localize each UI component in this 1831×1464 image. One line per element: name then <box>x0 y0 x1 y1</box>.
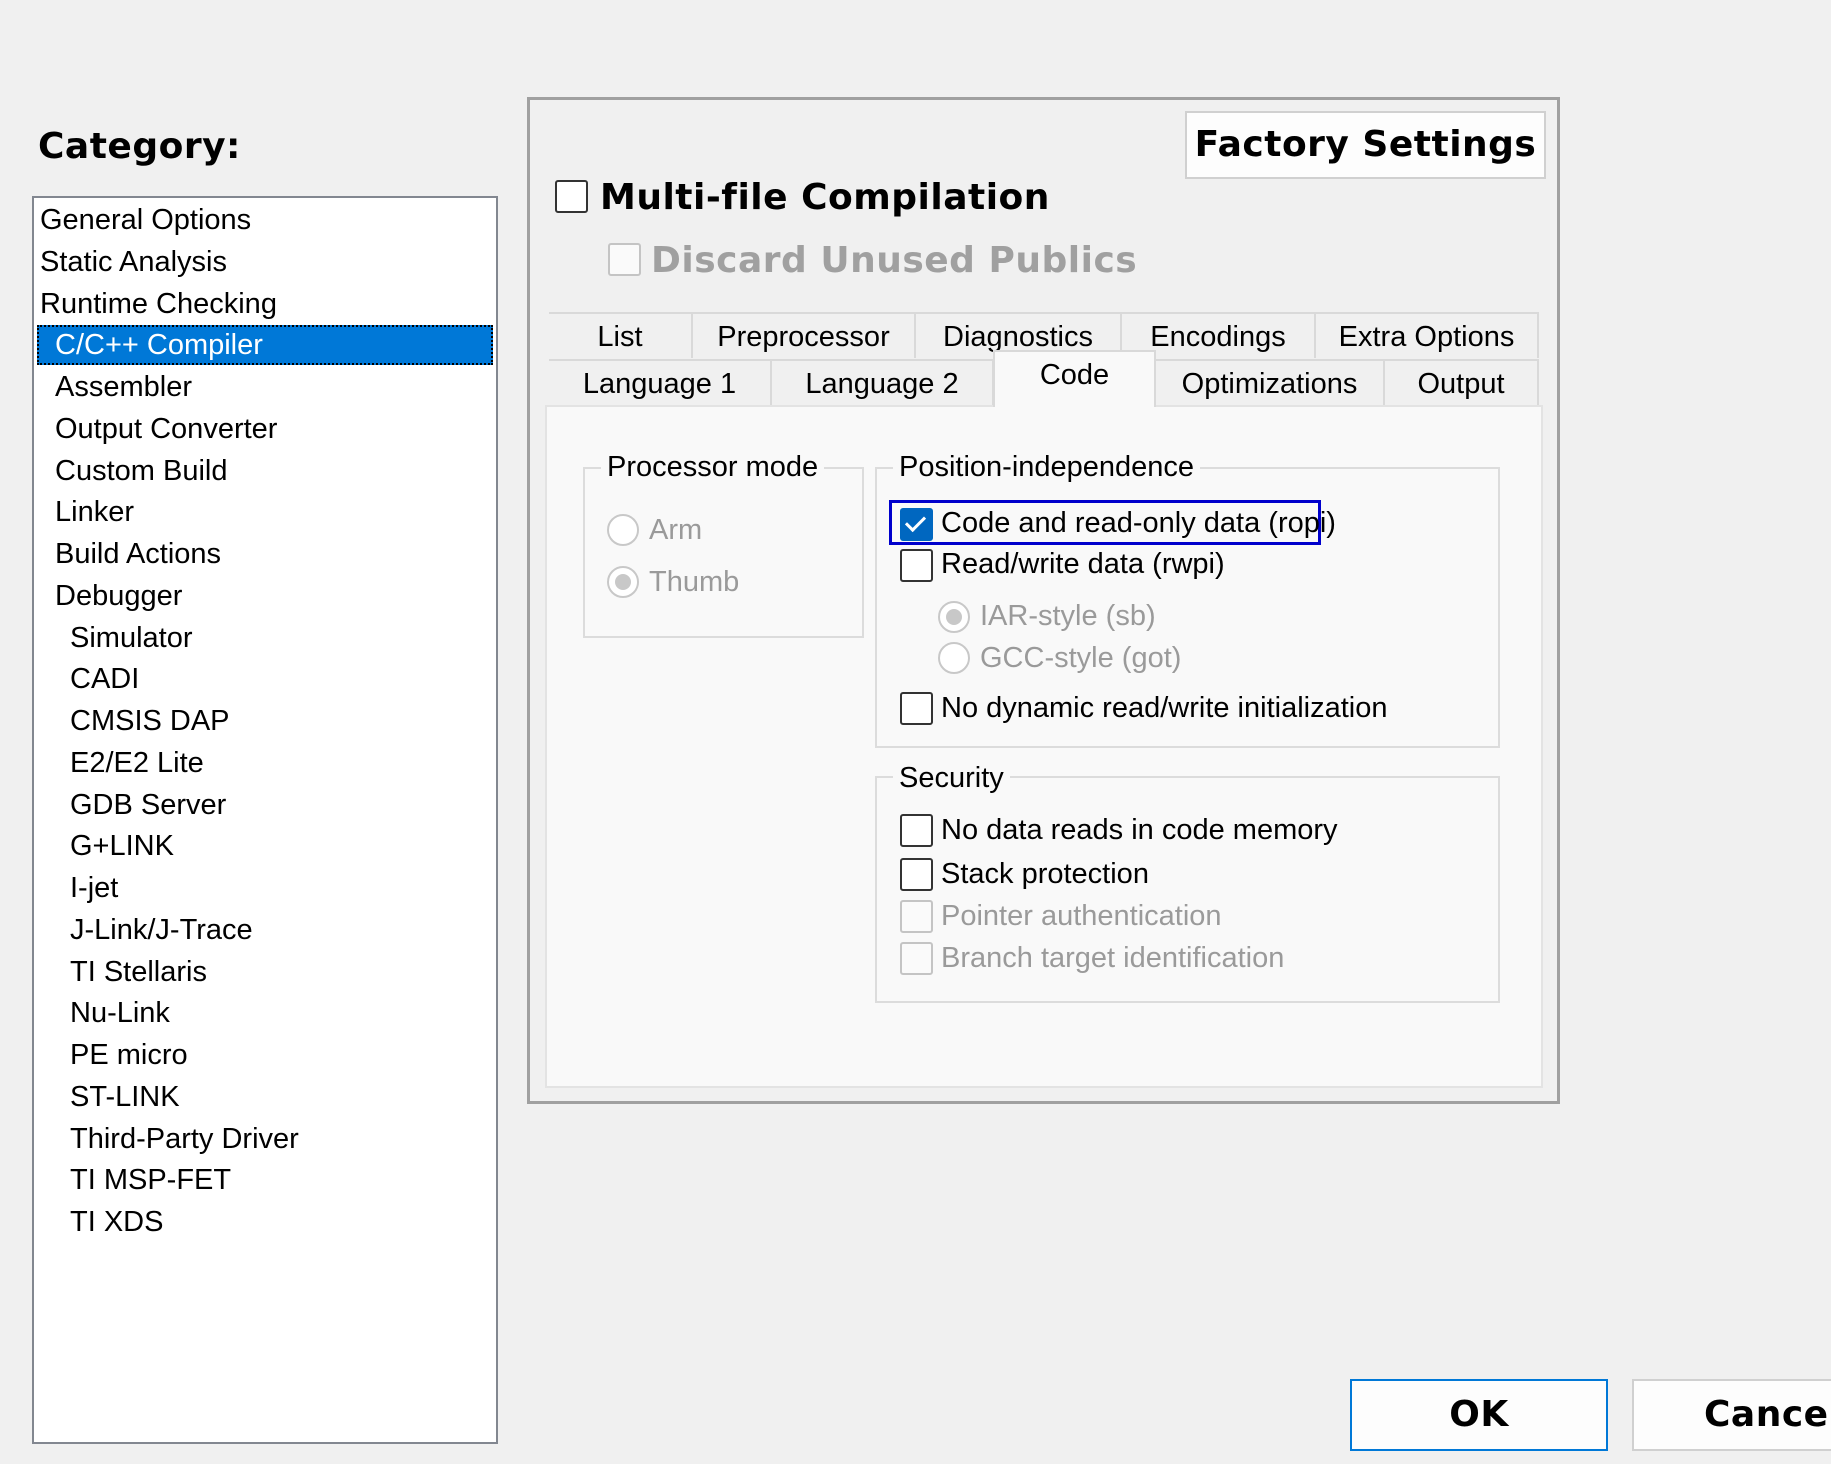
discard-unused-publics-checkbox <box>608 243 641 276</box>
no-dynamic-init-label: No dynamic read/write initialization <box>941 692 1388 724</box>
category-item[interactable]: TI XDS <box>70 1202 163 1242</box>
gcc-style-radio <box>938 642 970 674</box>
tab-language-1[interactable]: Language 1 <box>549 359 772 405</box>
category-item[interactable]: Runtime Checking <box>40 284 277 324</box>
gcc-style-label: GCC-style (got) <box>980 642 1182 674</box>
category-item[interactable]: CADI <box>70 659 139 699</box>
category-item[interactable]: GDB Server <box>70 785 226 825</box>
tab-output[interactable]: Output <box>1385 359 1539 405</box>
stack-protection-checkbox[interactable] <box>900 858 933 891</box>
factory-settings-button[interactable]: Factory Settings <box>1185 111 1546 179</box>
category-item[interactable]: Linker <box>55 492 134 532</box>
category-item[interactable]: Static Analysis <box>40 242 227 282</box>
multi-file-compilation-label: Multi-file Compilation <box>600 177 1050 218</box>
ropi-checkbox[interactable] <box>900 508 933 541</box>
no-data-reads-label: No data reads in code memory <box>941 814 1338 846</box>
pointer-auth-checkbox <box>900 900 933 933</box>
category-item[interactable]: Simulator <box>70 618 193 658</box>
stack-protection-label: Stack protection <box>941 858 1149 890</box>
multi-file-compilation-checkbox[interactable] <box>555 180 588 213</box>
no-data-reads-checkbox[interactable] <box>900 814 933 847</box>
iar-style-radio <box>938 601 970 633</box>
tab-preprocessor[interactable]: Preprocessor <box>693 312 916 358</box>
category-item[interactable]: I-jet <box>70 868 118 908</box>
category-item[interactable]: TI Stellaris <box>70 952 207 992</box>
ok-button[interactable]: OK <box>1350 1379 1608 1451</box>
thumb-label: Thumb <box>649 566 740 598</box>
ropi-label: Code and read-only data (ropi) <box>941 507 1336 539</box>
no-dynamic-init-checkbox[interactable] <box>900 692 933 725</box>
category-item[interactable]: Output Converter <box>55 409 277 449</box>
category-item[interactable]: C/C++ Compiler <box>37 325 493 366</box>
category-item[interactable]: ST-LINK <box>70 1077 180 1117</box>
category-item[interactable]: TI MSP-FET <box>70 1160 231 1200</box>
category-heading: Category: <box>38 126 241 167</box>
security-title: Security <box>893 762 1010 795</box>
branch-target-checkbox <box>900 942 933 975</box>
cancel-button[interactable]: Cancel <box>1632 1379 1831 1451</box>
arm-radio <box>607 514 639 546</box>
processor-mode-group <box>583 467 864 638</box>
category-item[interactable]: General Options <box>40 200 251 240</box>
branch-target-label: Branch target identification <box>941 942 1285 974</box>
tab-optimizations[interactable]: Optimizations <box>1156 359 1385 405</box>
tab-list[interactable]: List <box>549 312 693 358</box>
category-item[interactable]: E2/E2 Lite <box>70 743 204 783</box>
pointer-auth-label: Pointer authentication <box>941 900 1222 932</box>
tab-code[interactable]: Code <box>993 350 1156 407</box>
category-item[interactable]: Assembler <box>55 367 192 407</box>
arm-label: Arm <box>649 514 703 546</box>
iar-style-label: IAR-style (sb) <box>980 600 1156 632</box>
tab-extra-options[interactable]: Extra Options <box>1316 312 1539 358</box>
category-item[interactable]: J-Link/J-Trace <box>70 910 253 950</box>
category-item[interactable]: PE micro <box>70 1035 188 1075</box>
category-item[interactable]: Third-Party Driver <box>70 1119 299 1159</box>
category-list[interactable]: General Options Static Analysis Runtime Ch… <box>32 196 498 1444</box>
category-item[interactable]: CMSIS DAP <box>70 701 230 741</box>
position-independence-title: Position-independence <box>893 451 1201 484</box>
category-item[interactable]: Build Actions <box>55 534 221 574</box>
discard-unused-publics-label: Discard Unused Publics <box>651 240 1138 281</box>
processor-mode-title: Processor mode <box>601 451 825 484</box>
category-item[interactable]: G+LINK <box>70 826 174 866</box>
category-item[interactable]: Nu-Link <box>70 993 170 1033</box>
tab-language-2[interactable]: Language 2 <box>772 359 994 405</box>
rwpi-checkbox[interactable] <box>900 549 933 582</box>
rwpi-label: Read/write data (rwpi) <box>941 548 1225 580</box>
category-item[interactable]: Custom Build <box>55 451 227 491</box>
thumb-radio <box>607 566 639 598</box>
category-item[interactable]: Debugger <box>55 576 182 616</box>
